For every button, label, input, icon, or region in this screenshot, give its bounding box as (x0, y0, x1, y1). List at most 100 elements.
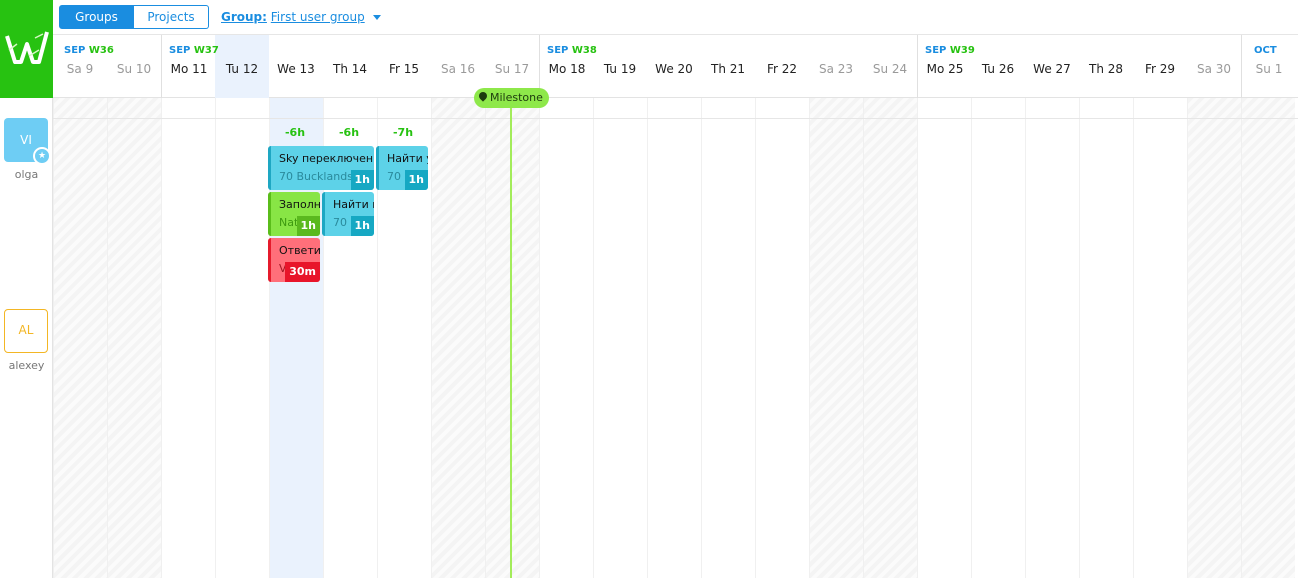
day-column (755, 98, 809, 578)
day-label: Mo 25 (926, 62, 964, 76)
map-pin-icon (477, 90, 489, 102)
day-label: Sa 23 (818, 62, 854, 76)
day-column (701, 98, 755, 578)
day-total: -6h (284, 126, 306, 139)
day-header: Su 10 (107, 35, 161, 98)
day-label: Su 17 (494, 62, 530, 76)
task-card[interactable]: Заполни Nat 1h (268, 192, 320, 236)
avatar[interactable]: AL (4, 309, 48, 353)
task-title: Sky переключени (279, 152, 374, 165)
task-duration: 1h (296, 216, 320, 236)
day-header: We 20 (647, 35, 701, 98)
day-label: Su 1 (1255, 62, 1283, 76)
day-header: Sa 23 (809, 35, 863, 98)
day-column (1079, 98, 1133, 578)
task-card[interactable]: Ответит V 30m (268, 238, 320, 282)
day-header: Fr 22 (755, 35, 809, 98)
view-toggle: Groups Projects (59, 5, 209, 29)
workload-grid: -6h -6h -7h (53, 98, 1298, 578)
day-header: Tu 26 (971, 35, 1025, 98)
day-label: Fr 15 (388, 62, 420, 76)
task-title: Ответит (279, 244, 320, 257)
week-label: SEP W36 (64, 45, 114, 56)
top-toolbar: Groups Projects Group: First user group (53, 0, 1298, 35)
task-duration: 1h (404, 170, 428, 190)
day-header: Th 21 (701, 35, 755, 98)
day-header: Sa 30 (1187, 35, 1241, 98)
day-column (1187, 98, 1241, 578)
person-name: olga (14, 168, 39, 181)
workload-app: Groups Projects Group: First user group … (0, 0, 1298, 578)
day-column (863, 98, 917, 578)
wrike-logo-icon (5, 31, 49, 64)
day-label: Th 14 (332, 62, 368, 76)
milestone-badge[interactable]: Milestone (474, 88, 549, 108)
day-label: Sa 30 (1196, 62, 1232, 76)
day-column (1133, 98, 1187, 578)
day-label: We 27 (1033, 62, 1071, 76)
day-header: Fr 15 (377, 35, 431, 98)
milestone-label: Milestone (490, 91, 543, 104)
date-header: Sa 9 Su 10 Mo 11 Tu 12 We 13 Th 14 Fr 15… (53, 35, 1298, 98)
week-label: SEP W38 (547, 45, 597, 56)
task-subtitle: Nat (279, 216, 299, 229)
day-label: Tu 12 (225, 62, 259, 76)
day-label: Su 10 (116, 62, 152, 76)
day-header-today: Tu 12 (215, 35, 269, 98)
day-column (161, 98, 215, 578)
day-column (215, 98, 269, 578)
star-icon: ★ (33, 147, 51, 165)
day-header: We 27 (1025, 35, 1079, 98)
day-label: Mo 11 (170, 62, 208, 76)
row-divider (53, 118, 1298, 119)
day-label: Th 21 (710, 62, 746, 76)
day-label: Sa 9 (66, 62, 94, 76)
day-column (971, 98, 1025, 578)
day-header: Th 28 (1079, 35, 1133, 98)
chevron-down-icon (372, 15, 381, 20)
day-label: Sa 16 (440, 62, 476, 76)
day-label: Fr 22 (766, 62, 798, 76)
task-title: Заполни (279, 198, 320, 211)
day-label: We 20 (655, 62, 693, 76)
tab-projects[interactable]: Projects (134, 5, 209, 29)
day-header: Su 24 (863, 35, 917, 98)
task-card[interactable]: Sky переключени 70 Bucklands 1h (268, 146, 374, 190)
task-card[interactable]: Найти п 70 E 1h (322, 192, 374, 236)
week-label: OCT (1254, 45, 1277, 56)
day-header: Fr 29 (1133, 35, 1187, 98)
day-column (539, 98, 593, 578)
week-label: SEP W39 (925, 45, 975, 56)
day-column (917, 98, 971, 578)
day-column (593, 98, 647, 578)
day-column (1025, 98, 1079, 578)
day-total: -7h (392, 126, 414, 139)
group-selector-value: First user group (270, 10, 365, 24)
day-column (647, 98, 701, 578)
app-logo[interactable] (0, 0, 53, 98)
day-label: Su 24 (872, 62, 908, 76)
task-duration: 1h (350, 170, 374, 190)
day-label: Tu 26 (981, 62, 1015, 76)
day-label: We 13 (277, 62, 315, 76)
group-selector[interactable]: Group: First user group (221, 10, 381, 24)
tab-groups[interactable]: Groups (59, 5, 134, 29)
people-panel: VI ★ olga AL alexey (0, 98, 53, 578)
day-label: Th 28 (1088, 62, 1124, 76)
day-header: Th 14 (323, 35, 377, 98)
task-title: Найти п (333, 198, 374, 211)
day-column (107, 98, 161, 578)
day-label: Mo 18 (548, 62, 586, 76)
day-header: Sa 16 (431, 35, 485, 98)
person-name: alexey (8, 359, 45, 372)
day-column (431, 98, 485, 578)
day-column (485, 98, 539, 578)
day-header: Tu 19 (593, 35, 647, 98)
day-column (53, 98, 107, 578)
week-label: SEP W37 (169, 45, 219, 56)
task-subtitle: 70 Bucklands (279, 170, 353, 183)
task-title: Найти у (387, 152, 428, 165)
day-column (1241, 98, 1295, 578)
task-duration: 1h (350, 216, 374, 236)
task-card[interactable]: Найти у 70 E 1h (376, 146, 428, 190)
